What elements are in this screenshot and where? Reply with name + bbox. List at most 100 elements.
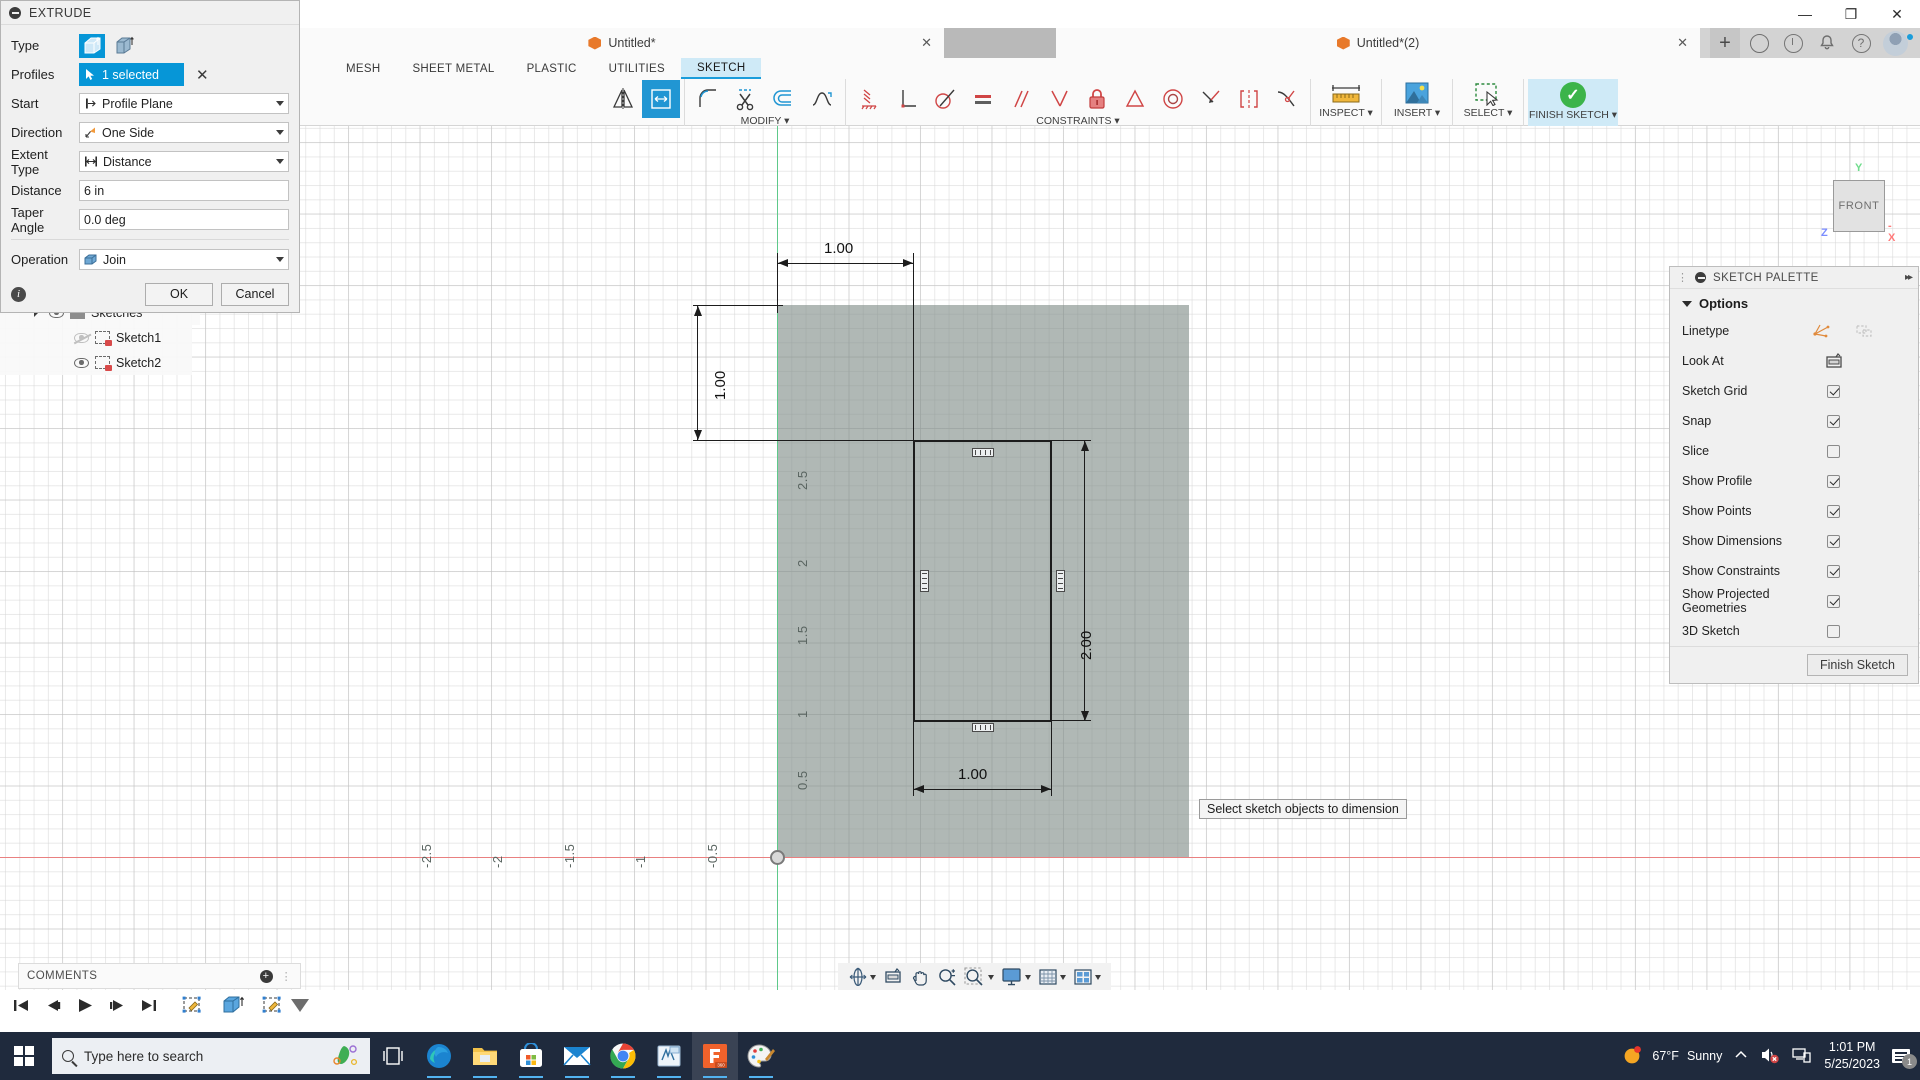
ribbon-tab-sheet-metal[interactable]: SHEET METAL xyxy=(396,58,510,79)
comments-panel[interactable]: COMMENTS + ⋮ xyxy=(18,963,301,989)
show-hidden-icons-icon[interactable] xyxy=(1734,1049,1748,1064)
recent-icon[interactable] xyxy=(1778,28,1808,58)
type-extrude-taper-button[interactable] xyxy=(111,34,137,58)
palette-row-sketch-grid[interactable]: Sketch Grid xyxy=(1670,376,1918,406)
horizontal-constraint-icon[interactable] xyxy=(972,723,994,732)
taper-angle-input[interactable]: 0.0 deg xyxy=(79,209,289,230)
fix-lock-icon[interactable] xyxy=(1078,80,1116,118)
tree-node-sketch1[interactable]: Sketch1 xyxy=(0,325,192,350)
weather-widget[interactable]: 67°F Sunny xyxy=(1622,1044,1722,1069)
account-avatar[interactable] xyxy=(1880,28,1910,58)
zoom-icon[interactable] xyxy=(935,965,959,989)
insert-panel[interactable]: INSERT ▾ xyxy=(1386,79,1448,126)
break-icon[interactable] xyxy=(803,80,841,118)
chrome-icon[interactable] xyxy=(600,1032,646,1080)
close-icon[interactable]: ✕ xyxy=(1677,35,1688,51)
rect-left-edge[interactable] xyxy=(913,440,915,721)
job-status-icon[interactable] xyxy=(1744,28,1774,58)
dimension-label[interactable]: 1.00 xyxy=(824,240,853,257)
close-icon[interactable]: ✕ xyxy=(1874,0,1920,28)
ribbon-tab-sketch[interactable]: SKETCH xyxy=(681,58,761,79)
pan-icon[interactable] xyxy=(908,965,932,989)
palette-row-show-dimensions[interactable]: Show Dimensions xyxy=(1670,526,1918,556)
document-tab-1[interactable]: Untitled* ✕ xyxy=(300,28,944,58)
fillet-icon[interactable] xyxy=(689,80,727,118)
show-profile-checkbox[interactable] xyxy=(1827,475,1840,488)
vertical-constraint-icon[interactable] xyxy=(1056,570,1065,592)
grid-snaps-icon[interactable] xyxy=(1036,965,1068,989)
step-forward-button[interactable] xyxy=(108,997,126,1013)
palette-row-snap[interactable]: Snap xyxy=(1670,406,1918,436)
add-comment-icon[interactable]: + xyxy=(260,970,273,983)
timeline-feature-sketch2[interactable] xyxy=(260,994,286,1016)
notifications-icon[interactable] xyxy=(1812,28,1842,58)
palette-row-look-at[interactable]: Look At xyxy=(1670,346,1918,376)
chevron-down-icon[interactable] xyxy=(276,130,284,135)
finish-sketch-panel[interactable]: ✓ FINISH SKETCH ▾ xyxy=(1528,79,1618,126)
trim-icon[interactable] xyxy=(727,80,765,118)
palette-row-show-profile[interactable]: Show Profile xyxy=(1670,466,1918,496)
chevron-down-icon[interactable] xyxy=(870,975,876,980)
dimension-label[interactable]: 2.00 xyxy=(1078,631,1095,660)
clock[interactable]: 1:01 PM 5/25/2023 xyxy=(1824,1039,1880,1073)
chevron-down-icon[interactable] xyxy=(276,101,284,106)
look-at-icon[interactable] xyxy=(881,965,905,989)
chevron-down-icon[interactable] xyxy=(276,257,284,262)
minimize-icon[interactable]: — xyxy=(1782,0,1828,28)
vertical-constraint-icon[interactable] xyxy=(920,570,929,592)
ok-button[interactable]: OK xyxy=(145,283,213,306)
paint-icon[interactable] xyxy=(738,1032,784,1080)
coincident-icon[interactable] xyxy=(1268,80,1306,118)
fusion360-icon[interactable]: 360 xyxy=(692,1032,738,1080)
extrude-dialog[interactable]: EXTRUDE Type Profiles xyxy=(0,0,300,313)
ribbon-tab-utilities[interactable]: UTILITIES xyxy=(593,58,681,79)
tangent-icon[interactable] xyxy=(926,80,964,118)
ribbon-tab-plastic[interactable]: PLASTIC xyxy=(511,58,593,79)
palette-section-options[interactable]: Options xyxy=(1670,289,1918,316)
profiles-selection-chip[interactable]: 1 selected xyxy=(79,63,184,86)
chevron-down-icon[interactable] xyxy=(1025,975,1031,980)
document-tab-2[interactable]: Untitled*(2) ✕ xyxy=(1056,28,1700,58)
horizontal-constraint-icon[interactable] xyxy=(972,448,994,457)
extent-type-dropdown[interactable]: Distance xyxy=(79,151,289,172)
offset-icon[interactable] xyxy=(765,80,803,118)
orbit-icon[interactable] xyxy=(846,965,878,989)
viewports-icon[interactable] xyxy=(1071,965,1103,989)
fix-unfix-icon[interactable] xyxy=(850,80,888,118)
visibility-icon[interactable] xyxy=(74,358,89,368)
select-panel[interactable]: SELECT ▾ xyxy=(1457,79,1519,126)
palette-row-linetype[interactable]: Linetype xyxy=(1670,316,1918,346)
show-projected-geometries-checkbox[interactable] xyxy=(1827,595,1840,608)
timeline-feature-sketch1[interactable] xyxy=(180,994,206,1016)
dimension-label[interactable]: 1.00 xyxy=(712,371,729,400)
sketch-palette[interactable]: ⋮ SKETCH PALETTE ▸▸ Options Linetype Loo… xyxy=(1669,266,1919,684)
maximize-icon[interactable]: ❐ xyxy=(1828,0,1874,28)
snap-checkbox[interactable] xyxy=(1827,415,1840,428)
rect-top-edge[interactable] xyxy=(913,440,1051,442)
chevron-down-icon[interactable] xyxy=(1095,975,1101,980)
drag-handle[interactable]: ⋮ xyxy=(1677,271,1688,284)
collapse-icon[interactable] xyxy=(1695,272,1706,283)
chevron-down-icon[interactable] xyxy=(276,159,284,164)
symmetry-icon[interactable] xyxy=(1116,80,1154,118)
go-to-end-button[interactable] xyxy=(140,997,158,1013)
step-back-button[interactable] xyxy=(44,997,62,1013)
timeline-marker[interactable] xyxy=(291,999,309,1012)
palette-row-show-projected-geometries[interactable]: Show Projected Geometries xyxy=(1670,586,1918,616)
show-constraints-checkbox[interactable] xyxy=(1827,565,1840,578)
timeline-feature-extrude1[interactable] xyxy=(220,994,246,1016)
tree-node-sketch2[interactable]: Sketch2 xyxy=(0,350,192,375)
display-settings-icon[interactable] xyxy=(999,965,1033,989)
file-explorer-icon[interactable] xyxy=(462,1032,508,1080)
view-cube-front-face[interactable]: FRONT xyxy=(1833,180,1885,232)
palette-row-slice[interactable]: Slice xyxy=(1670,436,1918,466)
info-icon[interactable]: i xyxy=(11,287,26,302)
palette-row-show-constraints[interactable]: Show Constraints xyxy=(1670,556,1918,586)
finish-sketch-button[interactable]: Finish Sketch xyxy=(1807,654,1908,676)
operation-dropdown[interactable]: Join xyxy=(79,249,289,270)
dimension-label[interactable]: 1.00 xyxy=(958,766,987,783)
sketch-origin-point[interactable] xyxy=(770,850,785,865)
chevron-down-icon[interactable] xyxy=(1060,975,1066,980)
3d-sketch-checkbox[interactable] xyxy=(1827,625,1840,638)
start-button[interactable] xyxy=(0,1032,48,1080)
